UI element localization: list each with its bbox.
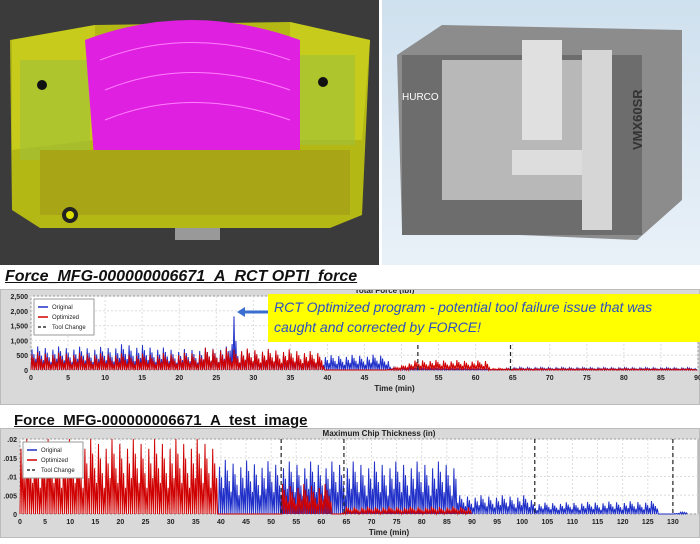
chip-thickness-chart: Maximum Chip Thickness (in) 0 5 10 15 20 25 30 3… bbox=[3, 429, 699, 537]
x-tick-label: 35 bbox=[192, 519, 200, 526]
x-tick-label: 10 bbox=[66, 519, 74, 526]
legend-entry: Tool Change bbox=[41, 468, 75, 474]
x-tick-label: 30 bbox=[249, 375, 257, 382]
x-tick-label: 125 bbox=[642, 519, 654, 526]
chart-title: Maximum Chip Thickness (in) bbox=[323, 429, 436, 438]
x-axis-label: Time (min) bbox=[374, 384, 415, 393]
x-tick-label: 55 bbox=[435, 375, 443, 382]
x-tick-label: 95 bbox=[493, 519, 501, 526]
x-tick-label: 120 bbox=[617, 519, 629, 526]
legend-entry: Optimized bbox=[52, 315, 79, 321]
x-tick-label: 75 bbox=[393, 519, 401, 526]
x-tick-label: 100 bbox=[516, 519, 528, 526]
x-tick-label: 5 bbox=[43, 519, 47, 526]
x-tick-label: 85 bbox=[443, 519, 451, 526]
x-tick-label: 90 bbox=[468, 519, 476, 526]
machine-model-label: VMX60SR bbox=[630, 89, 645, 150]
x-tick-label: 5 bbox=[66, 375, 70, 382]
x-tick-label: 130 bbox=[667, 519, 679, 526]
x-tick-label: 65 bbox=[343, 519, 351, 526]
x-tick-label: 20 bbox=[117, 519, 125, 526]
y-tick-label: 1,500 bbox=[10, 324, 28, 331]
x-tick-label: 20 bbox=[175, 375, 183, 382]
x-tick-label: 75 bbox=[583, 375, 591, 382]
legend-entry: Tool Change bbox=[52, 325, 86, 331]
x-tick-label: 50 bbox=[267, 519, 275, 526]
x-tick-label: 0 bbox=[29, 375, 33, 382]
y-tick-label: 0 bbox=[24, 368, 28, 375]
y-tick-label: 2,500 bbox=[10, 294, 28, 301]
y-tick-label: .02 bbox=[7, 437, 17, 444]
x-tick-label: 80 bbox=[620, 375, 628, 382]
x-tick-label: 50 bbox=[398, 375, 406, 382]
chart1-title: Force_MFG-000000006671_A_RCT OPTI_force bbox=[5, 268, 358, 285]
x-tick-label: 60 bbox=[472, 375, 480, 382]
y-tick-label: 1,000 bbox=[10, 338, 28, 345]
vmx60sr-machine-render: HURCO VMX60SR bbox=[382, 0, 700, 265]
legend-entry: Original bbox=[41, 448, 62, 454]
x-axis-label: Time (min) bbox=[369, 528, 410, 537]
part-fixture-render bbox=[0, 0, 379, 265]
legend-entry: Original bbox=[52, 305, 73, 311]
machine-logo: HURCO bbox=[402, 92, 439, 103]
x-tick-label: 25 bbox=[212, 375, 220, 382]
x-tick-label: 40 bbox=[324, 375, 332, 382]
x-tick-label: 65 bbox=[509, 375, 517, 382]
callout-line-1: RCT Optimized program - potential tool f… bbox=[274, 299, 653, 315]
y-tick-label: 0 bbox=[13, 512, 17, 519]
x-tick-label: 45 bbox=[361, 375, 369, 382]
x-tick-label: 0 bbox=[18, 519, 22, 526]
x-tick-label: 25 bbox=[142, 519, 150, 526]
callout-line-2: caught and corrected by FORCE! bbox=[274, 319, 481, 335]
x-tick-label: 60 bbox=[317, 519, 325, 526]
y-tick-label: .01 bbox=[7, 475, 17, 482]
y-tick-label: 500 bbox=[16, 353, 28, 360]
x-tick-label: 40 bbox=[217, 519, 225, 526]
x-tick-label: 45 bbox=[242, 519, 250, 526]
x-tick-label: 80 bbox=[418, 519, 426, 526]
y-tick-label: .015 bbox=[3, 456, 17, 463]
chart2-title: Force_MFG-000000006671_A_test_image bbox=[14, 412, 308, 429]
chip-thickness-chart-panel: Maximum Chip Thickness (in) 0 5 10 15 20 25 30 3… bbox=[0, 428, 700, 538]
x-tick-label: 70 bbox=[546, 375, 554, 382]
x-tick-label: 110 bbox=[567, 519, 578, 526]
legend-entry: Optimized bbox=[41, 458, 68, 464]
x-tick-label: 85 bbox=[657, 375, 665, 382]
y-tick-label: .005 bbox=[3, 493, 17, 500]
x-tick-label: 30 bbox=[167, 519, 175, 526]
x-tick-label: 15 bbox=[91, 519, 99, 526]
x-tick-label: 105 bbox=[541, 519, 553, 526]
callout-annotation: RCT Optimized program - potential tool f… bbox=[268, 294, 700, 342]
x-tick-label: 70 bbox=[368, 519, 376, 526]
x-tick-label: 15 bbox=[138, 375, 146, 382]
x-tick-label: 55 bbox=[292, 519, 300, 526]
y-tick-label: 2,000 bbox=[10, 309, 28, 316]
x-tick-label: 10 bbox=[101, 375, 109, 382]
x-tick-label: 35 bbox=[286, 375, 294, 382]
x-tick-label: 115 bbox=[592, 519, 603, 526]
x-tick-label: 90 bbox=[694, 375, 700, 382]
